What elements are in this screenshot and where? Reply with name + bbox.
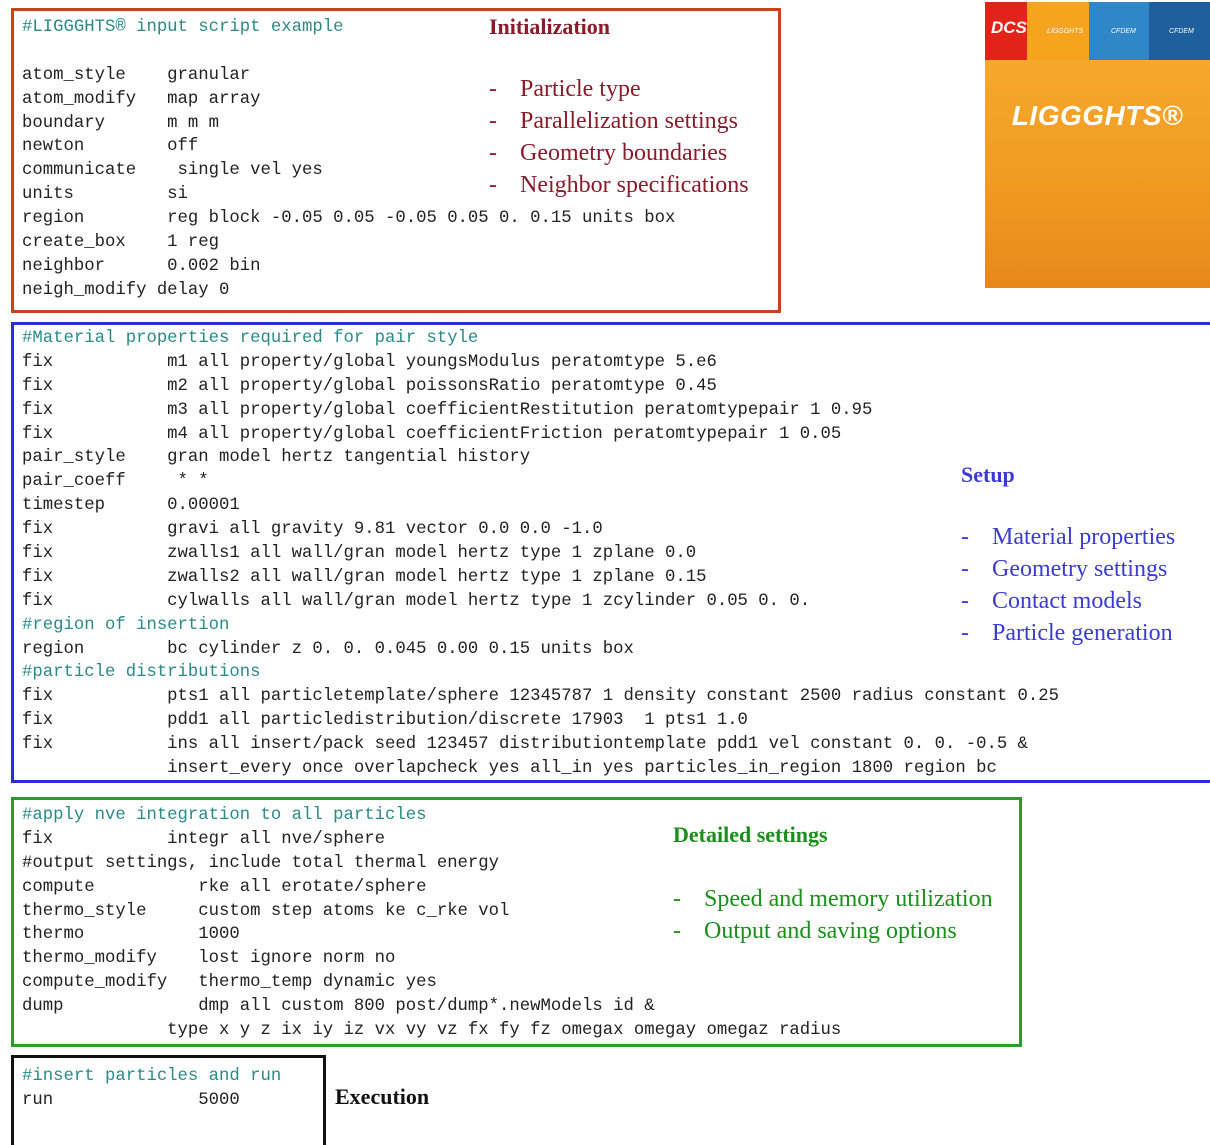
initialization-bullets: - Particle type - Parallelization settings -… [489, 73, 749, 201]
logo-wordmark: LIGGGHTS® [1011, 100, 1184, 131]
bullet-item: - Parallelization settings [489, 105, 749, 137]
bullet-text: Speed and memory utilization [704, 886, 993, 912]
code-line: pair_style gran model hertz tangential h… [22, 448, 531, 468]
logo-background [985, 60, 1210, 288]
bullet-dash: - [489, 140, 497, 166]
bullet-item: - Geometry boundaries [489, 137, 749, 169]
code-line: fix ins all insert/pack seed 123457 dist… [22, 735, 1028, 755]
bullet-text: Geometry settings [992, 556, 1168, 582]
bullet-item: - Neighbor specifications [489, 169, 749, 201]
code-line: fix m1 all property/global youngsModulus… [22, 352, 717, 372]
liggghts-logo: DCS LIGGGHTS CFDEM CFDEM LIGGGHTS® [985, 2, 1210, 288]
code-line: neighbor 0.002 bin [22, 256, 261, 276]
code-line: fix pdd1 all particledistribution/discre… [22, 711, 748, 731]
bullet-text: Contact models [992, 588, 1142, 614]
bullet-dash: - [489, 172, 497, 198]
bullet-dash: - [673, 886, 681, 912]
bullet-dash: - [489, 108, 497, 134]
bullet-dash: - [961, 556, 969, 582]
code-line: fix zwalls1 all wall/gran model hertz ty… [22, 544, 697, 564]
code-line: create_box 1 reg [22, 233, 220, 253]
logo-tab-label: CFDEM [1111, 28, 1136, 35]
bullet-text: Parallelization settings [520, 108, 738, 134]
bullet-text: Material properties [992, 524, 1176, 550]
code-line: fix gravi all gravity 9.81 vector 0.0 0.… [22, 520, 603, 540]
bullet-dash: - [961, 524, 969, 550]
code-line: #particle distributions [22, 663, 261, 683]
bullet-item: - Particle generation [961, 617, 1175, 649]
detailed-settings-bullets: - Speed and memory utilization - Output and… [673, 883, 993, 947]
code-line: insert_every once overlapcheck yes all_i… [22, 759, 997, 779]
bullet-dash: - [961, 588, 969, 614]
bullet-text: Particle generation [992, 620, 1173, 646]
setup-bullets: - Material properties - Geometry settings - C… [961, 521, 1175, 649]
code-line: region bc cylinder z 0. 0. 0.045 0.00 0.… [22, 639, 634, 659]
bullet-dash: - [489, 76, 497, 102]
bullet-dash: - [673, 918, 681, 944]
code-line: fix cylwalls all wall/gran model hertz t… [22, 591, 811, 611]
detailed-settings-heading: Detailed settings [673, 822, 828, 847]
bullet-item: - Output and saving options [673, 915, 993, 947]
bullet-item: - Geometry settings [961, 553, 1175, 585]
bullet-text: Particle type [520, 76, 641, 102]
setup-heading: Setup [961, 462, 1015, 487]
setup-code: #Material properties required for pair s… [22, 327, 1059, 781]
bullet-dash: - [961, 620, 969, 646]
code-line: thermo_modify lost ignore norm no [22, 949, 396, 969]
bullet-item: - Material properties [961, 521, 1175, 553]
code-line: #Material properties required for pair s… [22, 329, 479, 348]
code-line: #output settings, include total thermal … [22, 853, 500, 873]
execution-code: #insert particles and run run 5000 [22, 1065, 281, 1113]
logo-tab-label: CFDEM [1169, 28, 1194, 35]
bullet-text: Neighbor specifications [520, 172, 749, 198]
code-line: #region of insertion [22, 615, 230, 635]
bullet-text: Output and saving options [704, 918, 957, 944]
initialization-heading: Initialization [489, 14, 611, 39]
code-line: type x y z ix iy iz vx vy vz fx fy fz om… [22, 1021, 842, 1041]
code-line: #insert particles and run [22, 1067, 282, 1086]
logo-tab-label: DCS [991, 18, 1027, 37]
code-line: region reg block -0.05 0.05 -0.05 0.05 0… [22, 209, 676, 229]
bullet-item: - Contact models [961, 585, 1175, 617]
execution-heading: Execution [335, 1084, 430, 1109]
bullet-item: - Particle type [489, 73, 749, 105]
code-line: run 5000 [22, 1090, 240, 1110]
code-line: fix zwalls2 all wall/gran model hertz ty… [22, 567, 707, 587]
code-line: timestep 0.00001 [22, 496, 240, 516]
code-line: neigh_modify delay 0 [22, 280, 230, 300]
bullet-text: Geometry boundaries [520, 140, 728, 166]
code-line: dump dmp all custom 800 post/dump*.newMo… [22, 997, 655, 1017]
code-line: fix m4 all property/global coefficientFr… [22, 424, 842, 444]
code-line: fix m3 all property/global coefficientRe… [22, 400, 873, 420]
logo-tab-label: LIGGGHTS [1047, 28, 1084, 35]
code-line: fix m2 all property/global poissonsRatio… [22, 376, 717, 396]
code-line: fix pts1 all particletemplate/sphere 123… [22, 687, 1060, 707]
bullet-item: - Speed and memory utilization [673, 883, 993, 915]
code-line: pair_coeff * * [22, 472, 209, 492]
code-line: compute_modify thermo_temp dynamic yes [22, 973, 437, 993]
